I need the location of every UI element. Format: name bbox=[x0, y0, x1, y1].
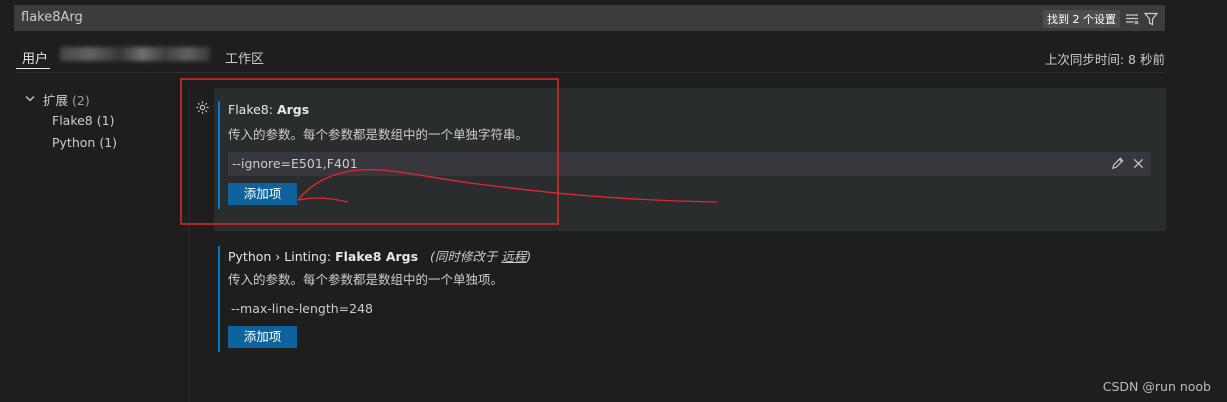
modified-indicator bbox=[218, 246, 220, 352]
setting-description: 传入的参数。每个参数都是数组中的一个单独项。 bbox=[228, 272, 504, 287]
gear-icon[interactable] bbox=[195, 100, 210, 115]
search-bar[interactable]: flake8Arg 找到 2 个设置 bbox=[14, 5, 1165, 31]
watermark: CSDN @run noob bbox=[1102, 379, 1211, 394]
setting-description: 传入的参数。每个参数都是数组中的一个单独字符串。 bbox=[228, 127, 529, 142]
setting-title: Flake8: Args bbox=[228, 102, 309, 117]
close-icon[interactable] bbox=[1131, 156, 1146, 171]
modified-elsewhere-note: (同时修改于 远程) bbox=[422, 249, 531, 264]
setting-name: Flake8 Args bbox=[335, 249, 419, 264]
note-prefix: (同时修改于 bbox=[430, 249, 502, 264]
add-item-button[interactable]: 添加项 bbox=[228, 183, 297, 205]
focus-indicator bbox=[218, 101, 220, 209]
tab-user[interactable]: 用户 bbox=[22, 48, 48, 67]
tab-workspace[interactable]: 工作区 bbox=[225, 48, 264, 67]
toc-divider bbox=[189, 88, 190, 402]
setting-category: Flake8: bbox=[228, 102, 277, 117]
active-tab-indicator bbox=[16, 68, 50, 69]
remote-link[interactable]: 远程 bbox=[501, 249, 526, 264]
sync-status: 上次同步时间: 8 秒前 bbox=[1044, 52, 1165, 67]
list-item-value[interactable]: --max-line-length=248 bbox=[231, 301, 373, 316]
toc-item-python[interactable]: Python (1) bbox=[52, 135, 117, 150]
toc-item-extensions[interactable]: 扩展 (2) bbox=[24, 90, 90, 109]
toc-label: Python bbox=[52, 135, 96, 150]
setting-name: Args bbox=[276, 102, 310, 117]
toc-label: Flake8 bbox=[52, 113, 93, 128]
setting-title: Python › Linting: Flake8 Args (同时修改于 远程) bbox=[228, 246, 531, 265]
list-item-value: --ignore=E501,F401 bbox=[232, 156, 358, 171]
clear-filter-icon[interactable] bbox=[1124, 11, 1140, 27]
note-suffix: ) bbox=[526, 249, 532, 264]
chevron-down-icon bbox=[25, 96, 35, 102]
edit-icon[interactable] bbox=[1110, 156, 1125, 171]
toc-count: (1) bbox=[96, 113, 115, 128]
header-divider bbox=[14, 72, 1165, 73]
filter-icon[interactable] bbox=[1143, 11, 1159, 27]
add-item-button[interactable]: 添加项 bbox=[228, 326, 297, 348]
toc-item-flake8[interactable]: Flake8 (1) bbox=[52, 113, 114, 128]
tab-remote-blurred[interactable] bbox=[60, 47, 210, 61]
setting-category: Python › Linting: bbox=[228, 249, 336, 264]
list-item[interactable]: --ignore=E501,F401 bbox=[228, 152, 1151, 176]
toc-count: (2) bbox=[72, 93, 90, 108]
search-input[interactable]: flake8Arg bbox=[21, 10, 83, 25]
search-result-count: 找到 2 个设置 bbox=[1043, 10, 1120, 28]
toc-count: (1) bbox=[99, 135, 118, 150]
